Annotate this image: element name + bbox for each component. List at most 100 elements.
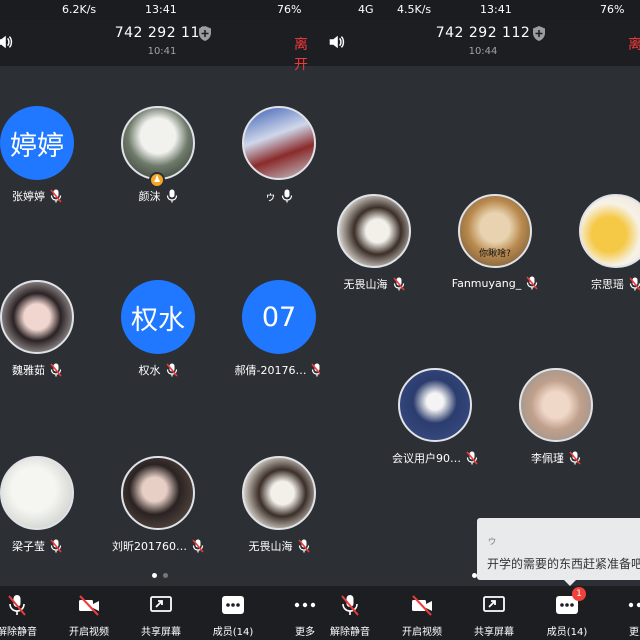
participant-name-row: 刘昕201760… [98, 538, 218, 554]
start-video-button[interactable]: 开启视频 [387, 586, 457, 640]
participant-tile[interactable]: 无畏山海 [324, 194, 424, 304]
participant-tile[interactable]: 婷婷 张婷婷 [0, 106, 87, 216]
battery-level: 76% [600, 3, 625, 16]
status-bar: 4G 4.5K/s 13:41 76% [320, 0, 640, 20]
participant-tile[interactable]: ゥ [229, 106, 320, 216]
meeting-toolbar: 解除静音 开启视频 共享屏幕 成员(14) 更多 [0, 586, 320, 640]
participant-name-row: ゥ [219, 188, 320, 204]
participant-tile[interactable]: 会议用户90… [385, 368, 485, 478]
participant-tile[interactable]: 你瞅啥? Fanmuyang_ [445, 194, 545, 304]
participant-name: 无畏山海 [248, 540, 293, 553]
leave-button[interactable]: 离开 [628, 34, 640, 54]
meeting-duration: 10:41 [147, 46, 177, 57]
participant-name: 李佩瑾 [531, 452, 564, 465]
participant-tile[interactable]: 魏雅茹 [0, 280, 87, 390]
participant-name-row: 无畏山海 [320, 276, 434, 292]
mic-muted-icon [165, 363, 178, 377]
avatar: 婷婷 [0, 106, 74, 180]
avatar [0, 280, 74, 354]
start-video-button[interactable]: 开启视频 [54, 586, 124, 640]
participant-name-row: Fanmuyang_ [435, 276, 555, 290]
participant-name-row: 梁子莹 [0, 538, 97, 554]
participant-tile[interactable]: 刘昕201760… [108, 456, 208, 566]
members-button[interactable]: 成员(14) [198, 586, 268, 640]
more-button[interactable]: 更多 [270, 586, 320, 640]
avatar [242, 456, 316, 530]
participant-name: 宗思瑶 [591, 278, 624, 291]
unmute-button[interactable]: 解除静音 [320, 586, 385, 640]
participant-tile[interactable]: 李佩瑾 [506, 368, 606, 478]
participant-name-row: 郝倩-20176… [219, 362, 320, 378]
video-grid: 婷婷 张婷婷 ♟ 颜沫 ゥ 魏雅茹 权水 权水 07 郝倩-20176… 梁子莹 [0, 66, 320, 586]
meeting-toolbar: 解除静音 开启视频 共享屏幕 1 成员(14) 更多 [320, 586, 640, 640]
participant-tile[interactable]: 宗思瑶 [566, 194, 640, 304]
toast-message: 开学的需要的东西赶紧准备吧 [487, 557, 640, 571]
participant-name: 郝倩-20176… [234, 364, 307, 377]
mic-muted-icon [50, 363, 62, 377]
meeting-duration: 10:44 [468, 46, 498, 57]
more-label: 更多 [629, 627, 640, 638]
meeting-header: 742 292 112 10:44 离开 [320, 20, 640, 66]
video-off-icon [79, 595, 99, 616]
unread-badge: 1 [572, 587, 586, 601]
members-icon [222, 596, 244, 614]
participant-tile[interactable]: 权水 权水 [108, 280, 208, 390]
chat-message-toast[interactable]: ゥ 开学的需要的东西赶紧准备吧 [477, 518, 640, 580]
speaker-icon[interactable] [327, 33, 345, 51]
avatar [242, 106, 316, 180]
avatar [519, 368, 593, 442]
mic-muted-icon [297, 539, 310, 553]
share-screen-button[interactable]: 共享屏幕 [126, 586, 196, 640]
shield-icon[interactable] [532, 26, 546, 41]
toast-pointer [564, 580, 576, 586]
participant-name-row: 会议用户90… [375, 450, 495, 466]
video-grid: 无畏山海 你瞅啥? Fanmuyang_ 宗思瑶 会议用户90… 李佩瑾 [320, 66, 640, 586]
avatar [337, 194, 411, 268]
participant-name-row: 无畏山海 [219, 538, 320, 554]
avatar [579, 194, 640, 268]
battery-level: 76% [277, 3, 302, 16]
avatar [121, 106, 195, 180]
host-icon: ♟ [149, 172, 165, 188]
meeting-id[interactable]: 742 292 112 [72, 25, 252, 41]
participant-name: 魏雅茹 [12, 364, 45, 377]
clock: 13:41 [145, 3, 177, 16]
shield-icon[interactable] [198, 26, 212, 41]
participant-name: 梁子莹 [12, 540, 45, 553]
share-screen-icon [483, 596, 505, 612]
mic-muted-icon [569, 451, 581, 465]
participant-name: 无畏山海 [343, 278, 388, 291]
avatar: 07 [242, 280, 316, 354]
mic-icon [166, 189, 177, 203]
more-icon [628, 602, 640, 608]
meeting-header: 742 292 112 10:41 离开 [0, 20, 320, 73]
participant-name-row: 宗思瑶 [556, 276, 640, 292]
participant-name-row: 李佩瑾 [496, 450, 616, 466]
participant-name: 刘昕201760… [112, 540, 187, 553]
avatar: 权水 [121, 280, 195, 354]
mic-muted-icon [311, 363, 320, 377]
left-screen: 4G 6.2K/s 13:41 76% 742 292 112 10:41 离开… [0, 0, 320, 640]
mic-muted-icon [392, 277, 405, 291]
participant-tile[interactable]: 07 郝倩-20176… [229, 280, 320, 390]
avatar [398, 368, 472, 442]
mic-muted-icon [526, 276, 538, 290]
participant-name-row: 颜沫 [98, 188, 218, 204]
status-bar: 4G 6.2K/s 13:41 76% [0, 0, 320, 20]
share-screen-button[interactable]: 共享屏幕 [459, 586, 529, 640]
participant-tile[interactable]: 无畏山海 [229, 456, 320, 566]
speaker-icon[interactable] [0, 33, 13, 51]
participant-name: 会议用户90… [392, 452, 461, 465]
participant-name: 张婷婷 [12, 190, 45, 203]
meeting-id[interactable]: 742 292 112 [393, 25, 573, 41]
participant-tile[interactable]: ♟ 颜沫 [108, 106, 208, 216]
more-button[interactable]: 更多 [604, 586, 640, 640]
participant-tile[interactable]: 梁子莹 [0, 456, 87, 566]
participant-name: ゥ [265, 190, 276, 203]
participant-name: 颜沫 [138, 190, 161, 203]
share-screen-icon [150, 596, 172, 612]
network-speed: 6.2K/s [62, 3, 97, 16]
mic-icon [281, 189, 293, 203]
members-button[interactable]: 1 成员(14) [532, 586, 602, 640]
mic-muted-icon [50, 189, 62, 203]
